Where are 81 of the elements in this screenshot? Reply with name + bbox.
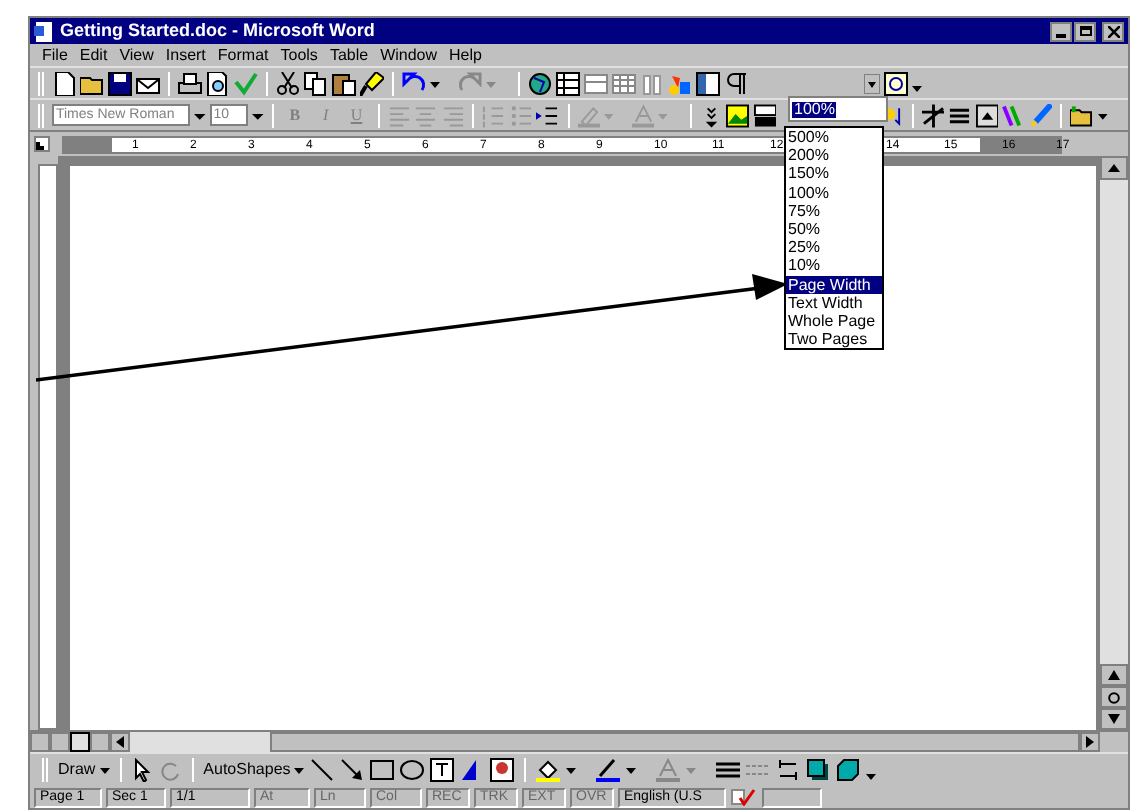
menu-item[interactable]: Insert xyxy=(165,47,206,63)
zoom-option[interactable]: 25% xyxy=(786,238,882,257)
zoom-option[interactable]: Two Pages xyxy=(786,330,882,349)
left-arrow-icon xyxy=(116,736,124,748)
oval-icon[interactable] xyxy=(400,758,425,782)
copy-icon[interactable] xyxy=(304,71,328,95)
document-icon xyxy=(34,21,54,41)
arrow-style-icon[interactable] xyxy=(776,758,801,782)
menu-item[interactable]: Edit xyxy=(79,47,108,63)
tab-stop-icon[interactable] xyxy=(34,136,50,152)
pilcrow-icon[interactable] xyxy=(724,71,748,95)
minimize-button[interactable] xyxy=(1050,21,1072,41)
vertical-ruler[interactable] xyxy=(38,164,58,730)
print-icon[interactable] xyxy=(178,71,202,95)
help-icon[interactable] xyxy=(884,71,908,95)
color-pencils-icon[interactable] xyxy=(1002,103,1026,127)
spelling-check-icon[interactable] xyxy=(234,71,258,95)
close-button[interactable] xyxy=(1102,21,1124,41)
zoom-option[interactable]: 100% xyxy=(786,183,882,202)
rectangle-icon[interactable] xyxy=(370,758,395,782)
dropdown-caret-icon[interactable] xyxy=(864,73,880,93)
menu-item[interactable]: File xyxy=(42,47,68,63)
text-box-icon[interactable] xyxy=(430,758,455,782)
paste-icon[interactable] xyxy=(332,71,356,95)
line-icon[interactable] xyxy=(310,758,335,782)
draw-menu-button[interactable]: Draw xyxy=(58,762,110,778)
vertical-scrollbar[interactable] xyxy=(1100,156,1128,730)
zoom-option[interactable]: 10% xyxy=(786,256,882,276)
zoom-option[interactable]: Text Width xyxy=(786,293,882,313)
previous-page-icon xyxy=(1108,670,1120,680)
globe-link-icon[interactable] xyxy=(528,71,552,95)
menu-item[interactable]: Tools xyxy=(280,47,318,63)
frame-icon[interactable] xyxy=(975,103,999,127)
draw-table-icon[interactable] xyxy=(921,103,945,127)
insert-sheet-icon[interactable] xyxy=(612,71,636,95)
shadow-icon[interactable] xyxy=(806,758,831,782)
menu-item[interactable]: Window xyxy=(380,47,438,63)
zoom-option[interactable]: Page Width xyxy=(786,275,882,294)
window-split-icon[interactable] xyxy=(753,103,777,127)
dropdown-caret-icon xyxy=(99,767,110,773)
autoshapes-menu-button[interactable]: AutoShapes xyxy=(203,762,305,778)
menu-item[interactable]: View xyxy=(119,47,154,63)
zoom-option[interactable]: 75% xyxy=(786,201,882,221)
undo-icon[interactable] xyxy=(402,71,426,95)
maximize-button[interactable] xyxy=(1074,21,1096,41)
lines-icon[interactable] xyxy=(948,103,972,127)
format-painter-icon[interactable] xyxy=(360,71,384,95)
pen-icon[interactable] xyxy=(1029,103,1053,127)
save-icon[interactable] xyxy=(108,71,132,95)
next-page-icon xyxy=(1108,714,1120,724)
select-browse-object-icon xyxy=(1108,691,1120,703)
font-color-icon[interactable] xyxy=(656,758,681,782)
dropdown-caret-icon xyxy=(294,767,305,773)
3d-icon[interactable] xyxy=(836,758,861,782)
cut-icon[interactable] xyxy=(276,71,300,95)
menu-item[interactable]: Format xyxy=(217,47,269,63)
fill-color-icon[interactable] xyxy=(536,758,561,782)
zoom-option[interactable]: Whole Page xyxy=(786,312,882,331)
columns-icon[interactable] xyxy=(640,71,664,95)
indent-icon[interactable] xyxy=(536,103,560,127)
arrow-icon[interactable] xyxy=(340,758,365,782)
line-color-icon[interactable] xyxy=(596,758,621,782)
font-color-icon[interactable] xyxy=(631,103,655,127)
print-view-button[interactable] xyxy=(70,732,90,752)
right-arrow-icon xyxy=(1086,736,1094,748)
menu-item[interactable]: Table xyxy=(329,47,369,63)
folder-insert-icon[interactable] xyxy=(1070,103,1094,127)
tables-borders-icon[interactable] xyxy=(556,71,580,95)
print-preview-icon[interactable] xyxy=(206,71,230,95)
zoom-option[interactable]: 150% xyxy=(786,164,882,184)
new-document-icon[interactable] xyxy=(52,71,76,95)
line-style-icon[interactable] xyxy=(716,758,741,782)
zoom-field[interactable]: 100% xyxy=(788,96,888,122)
insert-picture-icon[interactable] xyxy=(726,103,750,127)
select-pointer-icon[interactable] xyxy=(131,758,152,782)
zoom-option[interactable]: 50% xyxy=(786,220,882,239)
menu-item[interactable]: Help xyxy=(449,47,482,63)
document-map-icon[interactable] xyxy=(696,71,720,95)
up-arrow-icon xyxy=(1108,164,1120,172)
window-title: Getting Started.doc - Microsoft Word xyxy=(60,22,375,40)
open-folder-icon[interactable] xyxy=(80,71,104,95)
